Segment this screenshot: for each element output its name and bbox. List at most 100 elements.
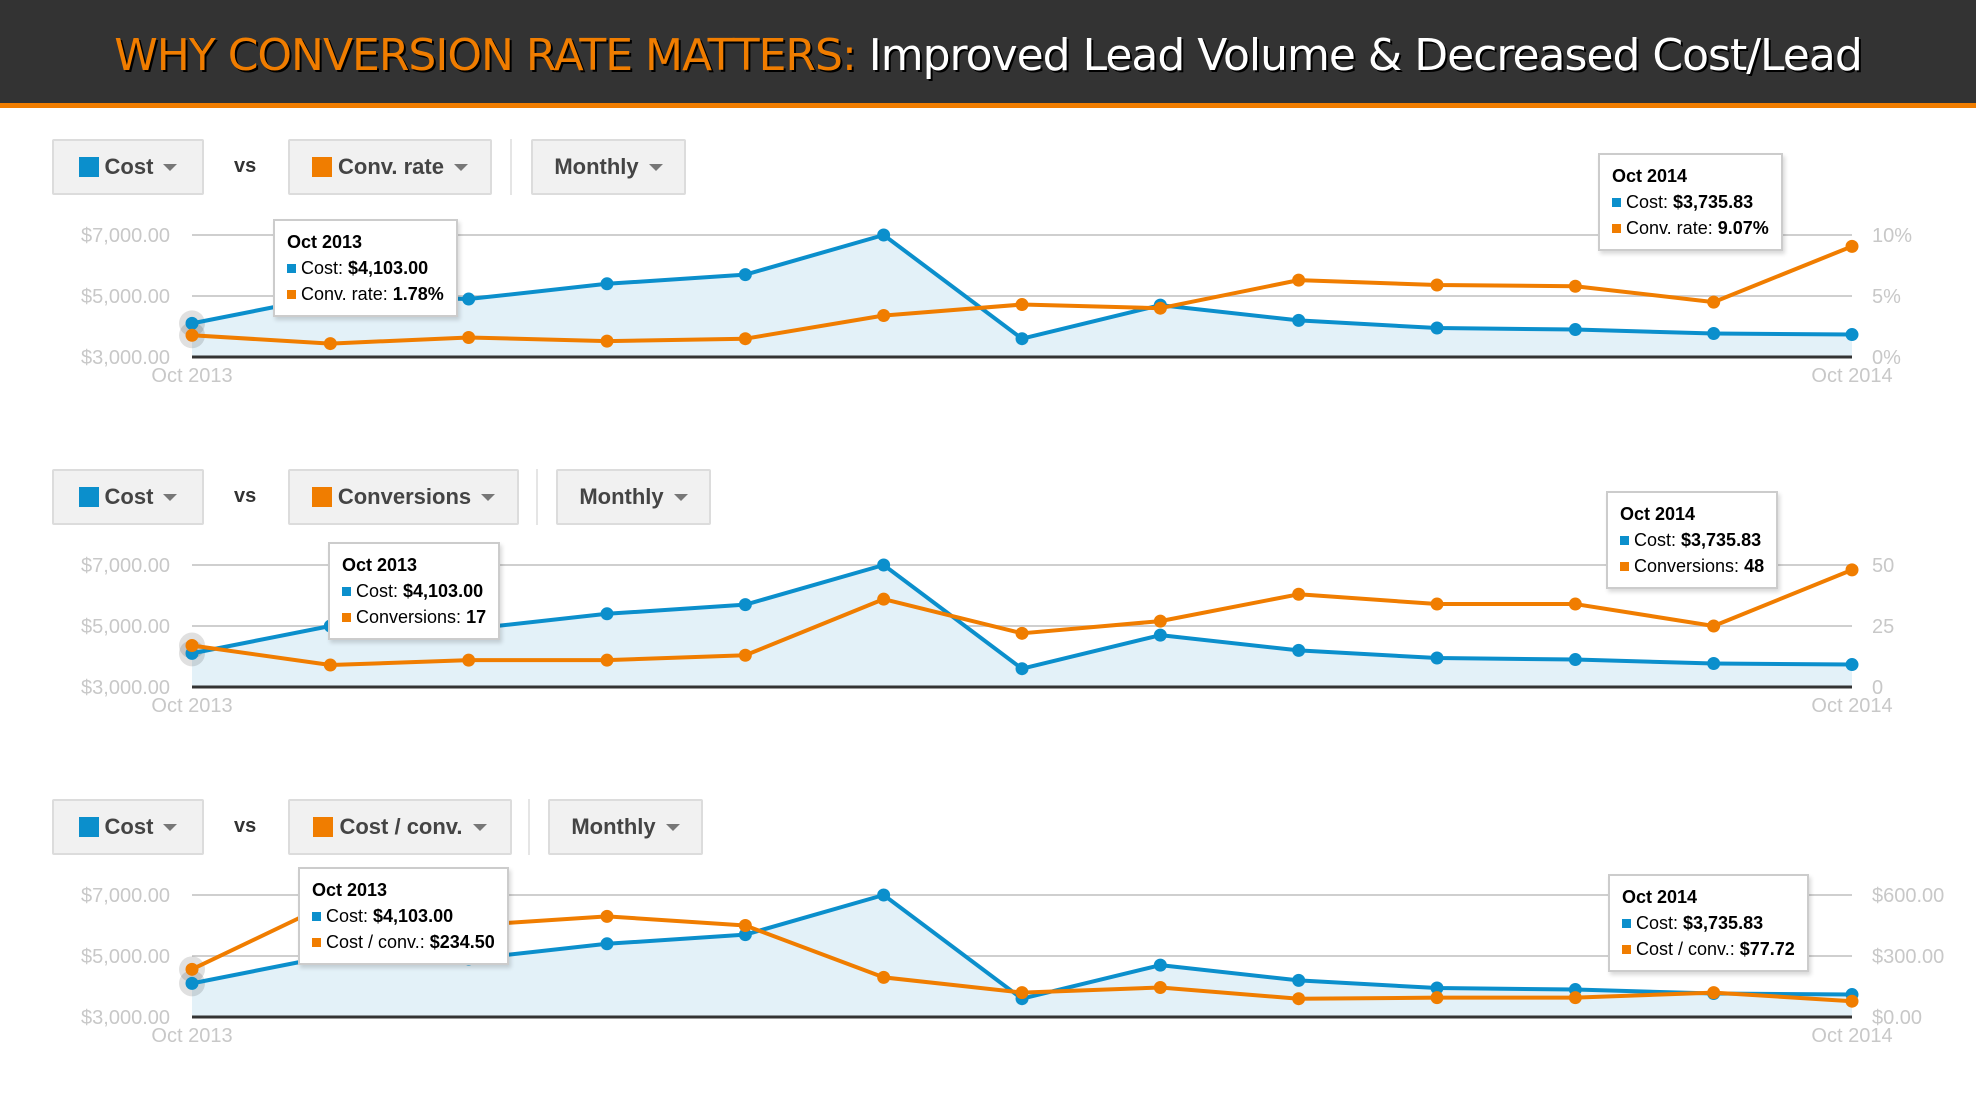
tooltip-title: Oct 2014 xyxy=(1622,887,1698,907)
cost-point[interactable] xyxy=(1845,328,1859,342)
x-axis-tick-label-last: Oct 2014 xyxy=(1811,1025,1892,1047)
conversions-point[interactable] xyxy=(600,653,614,667)
conversions-point[interactable] xyxy=(738,648,752,662)
cost-point[interactable] xyxy=(1845,658,1859,672)
conv-rate-point[interactable] xyxy=(877,309,891,323)
tooltip-row: Cost: $3,735.83 xyxy=(1620,527,1764,553)
conversions-point[interactable] xyxy=(1568,597,1582,611)
cost-point[interactable] xyxy=(877,558,891,572)
conv-rate-point[interactable] xyxy=(1153,301,1167,315)
right-axis-tick-label: 50 xyxy=(1872,555,1894,577)
tooltip-title: Oct 2014 xyxy=(1620,504,1696,524)
conversions-point[interactable] xyxy=(1015,626,1029,640)
cost-point[interactable] xyxy=(1153,628,1167,642)
x-axis-tick-label-last: Oct 2014 xyxy=(1811,365,1892,387)
cost-point[interactable] xyxy=(1015,662,1029,676)
conversions-point[interactable] xyxy=(1845,563,1859,577)
tooltip-row-label: Cost: xyxy=(1636,913,1684,933)
legend-swatch xyxy=(1612,198,1621,207)
conversions-point[interactable] xyxy=(877,592,891,606)
cost-point[interactable] xyxy=(1292,313,1306,327)
conv-rate-point[interactable] xyxy=(600,334,614,348)
legend-swatch xyxy=(312,912,321,921)
conv-rate-point[interactable] xyxy=(1430,278,1444,292)
cost-conv-point[interactable] xyxy=(1292,992,1306,1006)
cost-point[interactable] xyxy=(738,268,752,282)
conversions-point[interactable] xyxy=(1707,619,1721,633)
tooltip-row-label: Conv. rate: xyxy=(301,284,393,304)
cost-conv-point[interactable] xyxy=(877,970,891,984)
cost-conv-point[interactable] xyxy=(1707,986,1721,1000)
cost-conv-point[interactable] xyxy=(185,962,199,976)
conversions-point[interactable] xyxy=(185,639,199,653)
cost-point[interactable] xyxy=(1430,321,1444,335)
cost-point[interactable] xyxy=(1568,653,1582,667)
cost-point[interactable] xyxy=(600,277,614,291)
cost-point[interactable] xyxy=(1015,332,1029,346)
conversions-point[interactable] xyxy=(462,653,476,667)
cost-conv-point[interactable] xyxy=(600,909,614,923)
legend-swatch xyxy=(342,587,351,596)
right-axis-tick-label: 25 xyxy=(1872,616,1894,638)
legend-swatch xyxy=(1620,562,1629,571)
tooltip-title: Oct 2013 xyxy=(287,232,363,252)
conv-rate-point[interactable] xyxy=(1015,298,1029,312)
tooltip-row-value: 17 xyxy=(466,607,487,627)
cost-conv-point[interactable] xyxy=(1015,986,1029,1000)
tooltip-row-value: 1.78% xyxy=(392,284,444,304)
tooltip-title: Oct 2013 xyxy=(342,555,418,575)
cost-point[interactable] xyxy=(600,937,614,951)
tooltip-row-label: Conversions: xyxy=(356,607,467,627)
conv-rate-point[interactable] xyxy=(738,332,752,346)
left-axis-tick-label: $5,000.00 xyxy=(81,616,170,638)
tooltip-row: Cost: $4,103.00 xyxy=(342,578,486,604)
cost-point[interactable] xyxy=(877,888,891,902)
conv-rate-point[interactable] xyxy=(185,328,199,342)
conv-rate-point[interactable] xyxy=(462,330,476,344)
cost-point[interactable] xyxy=(738,598,752,612)
tooltip-row-value: $3,735.83 xyxy=(1673,192,1754,212)
cost-point[interactable] xyxy=(185,316,199,330)
conv-rate-point[interactable] xyxy=(1568,279,1582,293)
conversions-point[interactable] xyxy=(1430,597,1444,611)
cost-point[interactable] xyxy=(462,292,476,306)
tooltip-row-label: Cost: xyxy=(1634,530,1682,550)
conv-rate-point[interactable] xyxy=(1707,295,1721,309)
cost-point[interactable] xyxy=(1292,643,1306,657)
legend-swatch xyxy=(312,938,321,947)
cost-point[interactable] xyxy=(1568,323,1582,337)
tooltip-end: Oct 2014 Cost: $3,735.83 Conversions: 48 xyxy=(1606,491,1779,589)
cost-point[interactable] xyxy=(600,607,614,621)
cost-point[interactable] xyxy=(1153,958,1167,972)
cost-point[interactable] xyxy=(1292,973,1306,987)
cost-point[interactable] xyxy=(185,976,199,990)
cost-conv-point[interactable] xyxy=(738,919,752,932)
conversions-point[interactable] xyxy=(1292,587,1306,601)
left-axis-tick-label: $7,000.00 xyxy=(81,225,170,247)
conversions-point[interactable] xyxy=(323,658,337,672)
cost-conv-point[interactable] xyxy=(1430,991,1444,1005)
conv-rate-point[interactable] xyxy=(1845,239,1859,253)
tooltip-row-label: Cost / conv.: xyxy=(326,932,430,952)
conversions-point[interactable] xyxy=(1153,614,1167,628)
tooltip-row: Cost: $3,735.83 xyxy=(1612,189,1769,215)
cost-point[interactable] xyxy=(877,228,891,242)
tooltip-row-label: Conv. rate: xyxy=(1626,218,1718,238)
cost-conv-point[interactable] xyxy=(1568,991,1582,1005)
tooltip-start: Oct 2013 Cost: $4,103.00 Conversions: 17 xyxy=(328,542,501,640)
tooltip-row: Conv. rate: 9.07% xyxy=(1612,215,1769,241)
tooltip-row-label: Conversions: xyxy=(1634,556,1745,576)
cost-conv-point[interactable] xyxy=(1845,994,1859,1008)
x-axis-tick-label-first: Oct 2013 xyxy=(151,365,232,387)
left-axis-tick-label: $5,000.00 xyxy=(81,946,170,968)
tooltip-row: Cost / conv.: $77.72 xyxy=(1622,936,1795,962)
right-axis-tick-label: $300.00 xyxy=(1872,946,1944,968)
conv-rate-point[interactable] xyxy=(1292,273,1306,287)
conv-rate-point[interactable] xyxy=(323,337,337,351)
cost-point[interactable] xyxy=(1707,657,1721,671)
cost-point[interactable] xyxy=(1707,327,1721,341)
cost-conv-point[interactable] xyxy=(1153,981,1167,995)
tooltip-start: Oct 2013 Cost: $4,103.00 Conv. rate: 1.78% xyxy=(273,219,458,317)
tooltip-row-value: $4,103.00 xyxy=(373,906,454,926)
cost-point[interactable] xyxy=(1430,651,1444,665)
